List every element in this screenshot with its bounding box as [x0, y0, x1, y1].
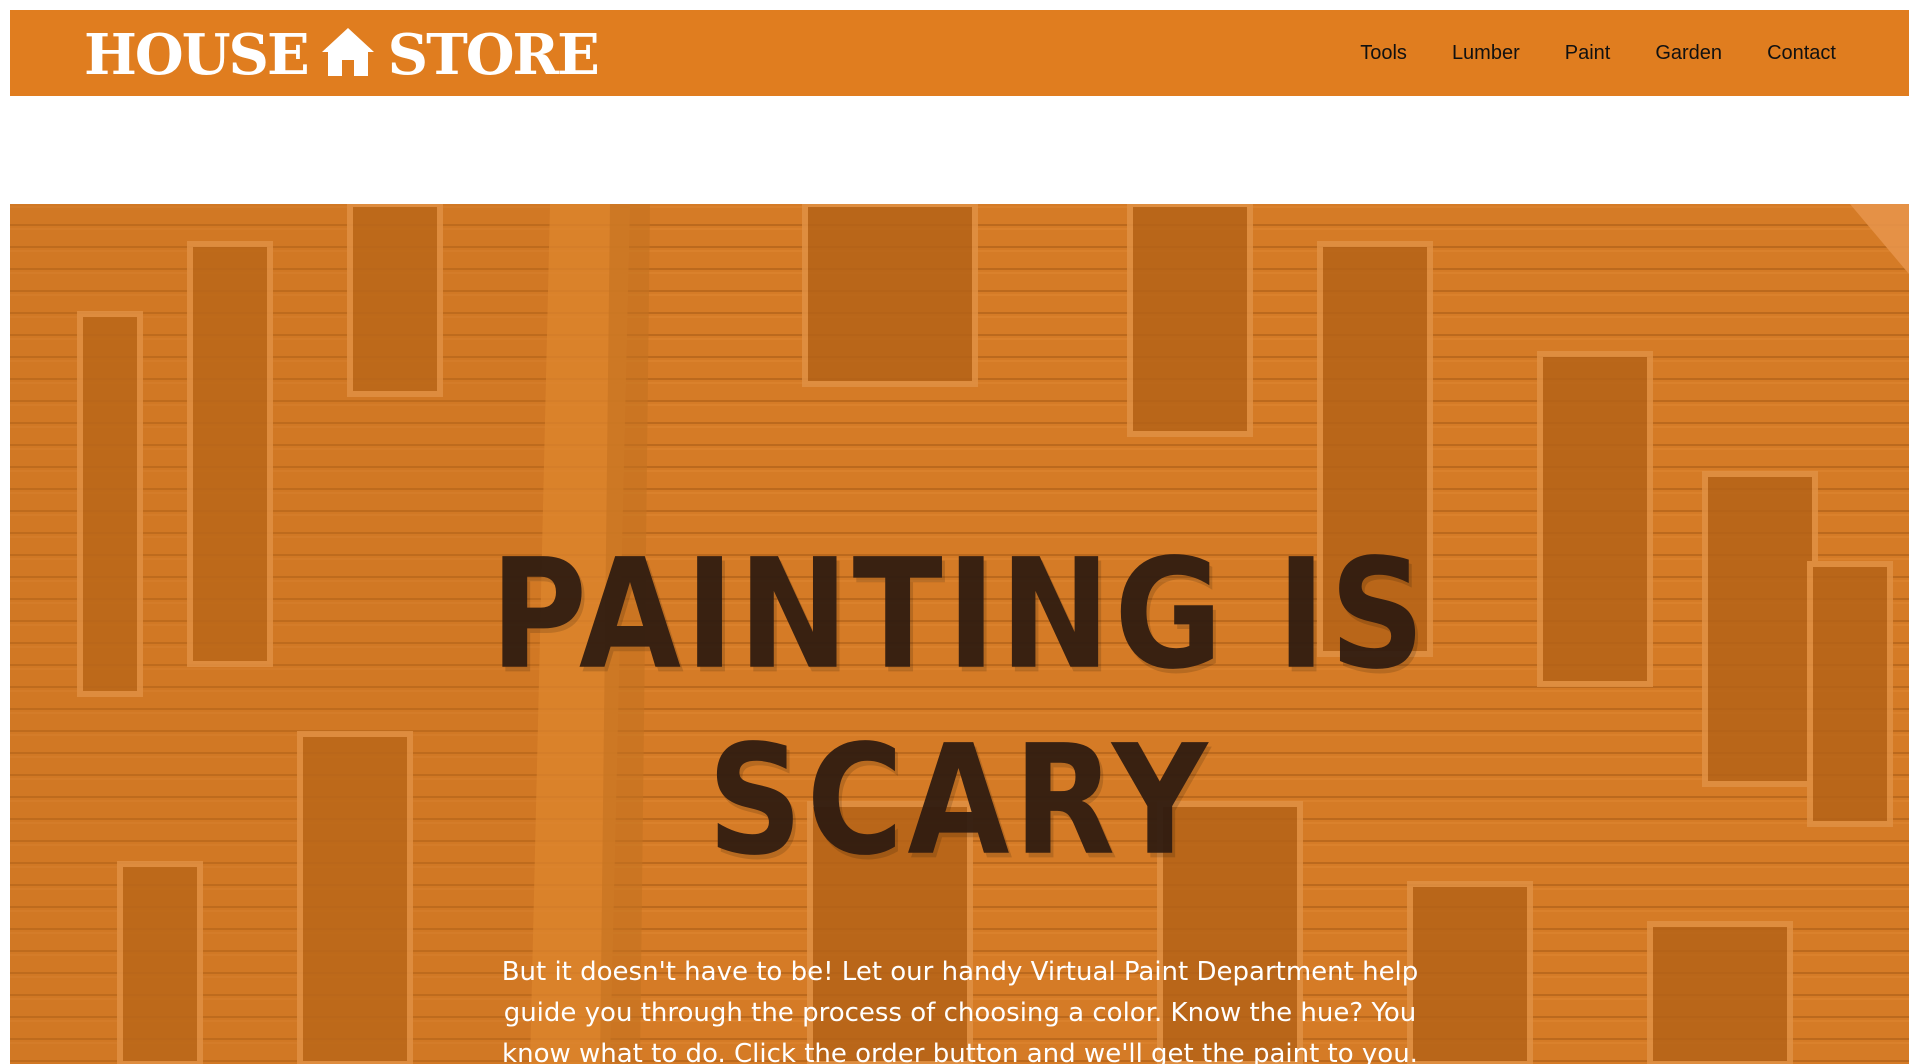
hero-title-line-2: SCARY	[707, 712, 1212, 890]
nav-item-lumber[interactable]: Lumber	[1452, 42, 1520, 65]
logo-word-store: STORE	[387, 22, 600, 88]
hero-description: But it doesn't have to be! Let our handy…	[501, 957, 1419, 1064]
site-logo[interactable]: HOUSE STORE	[84, 22, 600, 88]
hero-section: PAINTING IS SCARY But it doesn't have to…	[10, 204, 1909, 1064]
nav-item-contact[interactable]: Contact	[1767, 42, 1836, 65]
main-nav: Tools Lumber Paint Garden Contact	[1315, 10, 1836, 96]
hero-title-line-1: PAINTING IS	[490, 526, 1429, 704]
nav-item-tools[interactable]: Tools	[1360, 42, 1407, 65]
hero-title: PAINTING IS SCARY	[10, 522, 1909, 894]
nav-item-paint[interactable]: Paint	[1565, 42, 1611, 65]
logo-word-house: HOUSE	[84, 22, 310, 88]
page: HOUSE STORE Tools Lumber Paint Garden Co…	[10, 10, 1909, 1064]
nav-item-garden[interactable]: Garden	[1655, 42, 1722, 65]
house-icon	[321, 28, 374, 76]
site-header: HOUSE STORE Tools Lumber Paint Garden Co…	[10, 10, 1909, 96]
